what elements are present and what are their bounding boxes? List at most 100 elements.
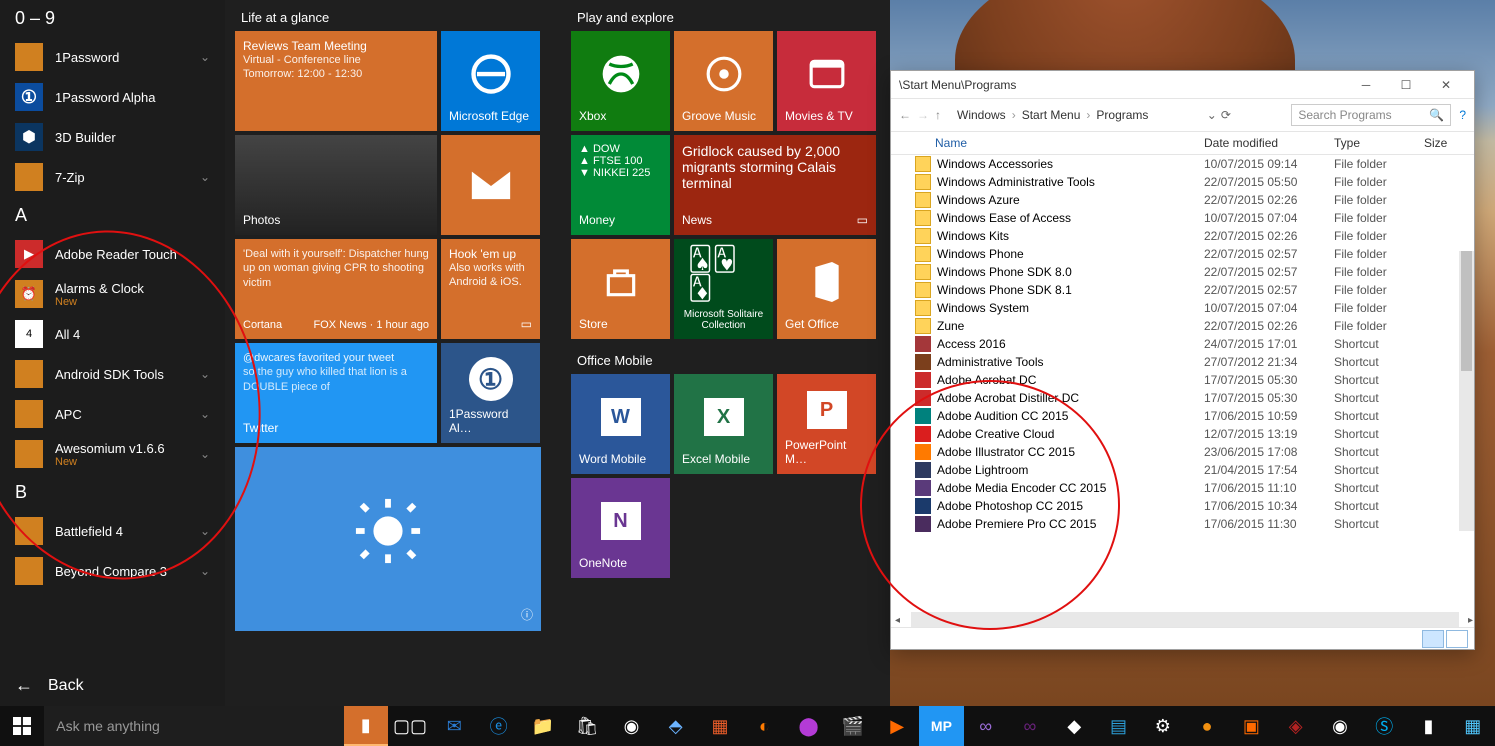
- file-row[interactable]: Windows Accessories10/07/2015 09:14File …: [891, 155, 1474, 173]
- file-row[interactable]: Zune22/07/2015 02:26File folder: [891, 317, 1474, 335]
- task-edge[interactable]: ⓔ: [476, 706, 520, 746]
- file-row[interactable]: Windows Azure22/07/2015 02:26File folder: [891, 191, 1474, 209]
- app-item[interactable]: ①1Password Alpha: [0, 77, 225, 117]
- task-vscode[interactable]: ⬘: [654, 706, 698, 746]
- breadcrumb-startmenu[interactable]: Start Menu: [1016, 106, 1087, 124]
- section-numeric[interactable]: 0 – 9: [0, 0, 225, 37]
- file-row[interactable]: Windows Kits22/07/2015 02:26File folder: [891, 227, 1474, 245]
- back-button[interactable]: ← Back: [0, 665, 225, 706]
- scrollbar-h[interactable]: ◂ ▸: [911, 612, 1459, 627]
- app-item[interactable]: 1Password⌄: [0, 37, 225, 77]
- app-item[interactable]: Awesomium v1.6.6New⌄: [0, 434, 225, 474]
- file-row[interactable]: Windows Administrative Tools22/07/2015 0…: [891, 173, 1474, 191]
- tile-office[interactable]: Get Office: [777, 239, 876, 339]
- breadcrumb-programs[interactable]: Programs: [1090, 106, 1154, 124]
- file-row[interactable]: Administrative Tools27/07/2012 21:34Shor…: [891, 353, 1474, 371]
- nav-back-icon[interactable]: ←: [899, 108, 911, 122]
- tile-store[interactable]: Store: [571, 239, 670, 339]
- group-life[interactable]: Life at a glance: [235, 0, 541, 31]
- col-size[interactable]: Size: [1424, 136, 1474, 150]
- app-item[interactable]: Android SDK Tools⌄: [0, 354, 225, 394]
- file-row[interactable]: Windows Phone SDK 8.022/07/2015 02:57Fil…: [891, 263, 1474, 281]
- file-row[interactable]: Adobe Media Encoder CC 201517/06/2015 11…: [891, 479, 1474, 497]
- explorer-window[interactable]: \Start Menu\Programs ─ ☐ ✕ ← → ↑ Windows…: [890, 70, 1475, 650]
- task-skype[interactable]: Ⓢ: [1362, 706, 1406, 746]
- app-item[interactable]: ⬢3D Builder: [0, 117, 225, 157]
- file-row[interactable]: Adobe Photoshop CC 201517/06/2015 10:34S…: [891, 497, 1474, 515]
- app-item[interactable]: 7-Zip⌄: [0, 157, 225, 197]
- task-app7[interactable]: ⚙: [1141, 706, 1185, 746]
- file-row[interactable]: Adobe Creative Cloud12/07/2015 13:19Shor…: [891, 425, 1474, 443]
- tile-groove[interactable]: Groove Music: [674, 31, 773, 131]
- task-app1[interactable]: ▦: [698, 706, 742, 746]
- task-app2[interactable]: ⬤: [786, 706, 830, 746]
- task-app9[interactable]: ▣: [1229, 706, 1273, 746]
- tile-money[interactable]: ▲ DOW ▲ FTSE 100 ▼ NIKKEI 225 Money: [571, 135, 670, 235]
- close-button[interactable]: ✕: [1426, 78, 1466, 92]
- cortana-search[interactable]: Ask me anything: [44, 706, 343, 746]
- tile-movies[interactable]: Movies & TV: [777, 31, 876, 131]
- file-row[interactable]: Windows System10/07/2015 07:04File folde…: [891, 299, 1474, 317]
- start-button[interactable]: [0, 706, 44, 746]
- file-row[interactable]: Adobe Lightroom21/04/2015 17:54Shortcut: [891, 461, 1474, 479]
- tile-1password[interactable]: ① 1Password Al…: [441, 343, 540, 443]
- view-icons-button[interactable]: [1446, 630, 1468, 648]
- app-item[interactable]: Battlefield 4⌄: [0, 511, 225, 551]
- task-firefox[interactable]: ◐: [742, 706, 786, 746]
- tile-excel[interactable]: X Excel Mobile: [674, 374, 773, 474]
- group-office[interactable]: Office Mobile: [571, 343, 876, 374]
- file-row[interactable]: Adobe Audition CC 201517/06/2015 10:59Sh…: [891, 407, 1474, 425]
- titlebar[interactable]: \Start Menu\Programs ─ ☐ ✕: [891, 71, 1474, 99]
- tile-edge[interactable]: Microsoft Edge: [441, 31, 540, 131]
- file-row[interactable]: Adobe Premiere Pro CC 201517/06/2015 11:…: [891, 515, 1474, 533]
- tile-contacts[interactable]: Hook 'em up Also works with Android & iO…: [441, 239, 540, 339]
- tile-onenote[interactable]: N OneNote: [571, 478, 670, 578]
- scroll-left-icon[interactable]: ◂: [895, 615, 900, 626]
- tile-calendar[interactable]: Reviews Team Meeting Virtual - Conferenc…: [235, 31, 437, 131]
- tile-word[interactable]: W Word Mobile: [571, 374, 670, 474]
- minimize-button[interactable]: ─: [1346, 78, 1386, 92]
- tile-weather[interactable]: ⓘ: [235, 447, 541, 631]
- tile-twitter[interactable]: @dwcares favorited your tweet so the guy…: [235, 343, 437, 443]
- file-row[interactable]: Windows Ease of Access10/07/2015 07:04Fi…: [891, 209, 1474, 227]
- file-row[interactable]: Adobe Acrobat Distiller DC17/07/2015 05:…: [891, 389, 1474, 407]
- file-row[interactable]: Adobe Illustrator CC 201523/06/2015 17:0…: [891, 443, 1474, 461]
- help-icon[interactable]: ?: [1459, 108, 1466, 122]
- file-row[interactable]: Windows Phone SDK 8.122/07/2015 02:57Fil…: [891, 281, 1474, 299]
- task-app6[interactable]: ▤: [1096, 706, 1140, 746]
- file-row[interactable]: Windows Phone22/07/2015 02:57File folder: [891, 245, 1474, 263]
- file-row[interactable]: Access 201624/07/2015 17:01Shortcut: [891, 335, 1474, 353]
- tile-solitaire[interactable]: XBOX LIVE 🂡🂱🃁 Microsoft Solitaire Collec…: [674, 239, 773, 339]
- nav-fwd-icon[interactable]: →: [917, 108, 929, 122]
- col-name[interactable]: Name: [891, 136, 1204, 150]
- task-app4[interactable]: ▶: [875, 706, 919, 746]
- task-app3[interactable]: 🎬: [831, 706, 875, 746]
- task-outlook[interactable]: ✉: [432, 706, 476, 746]
- dropdown-icon[interactable]: ⌄: [1207, 108, 1217, 122]
- col-type[interactable]: Type: [1334, 136, 1424, 150]
- task-app10[interactable]: ◈: [1274, 706, 1318, 746]
- tile-ppt[interactable]: P PowerPoint M…: [777, 374, 876, 474]
- task-app5[interactable]: ◆: [1052, 706, 1096, 746]
- app-item[interactable]: ▶Adobe Reader Touch: [0, 234, 225, 274]
- tile-mail[interactable]: [441, 135, 540, 235]
- app-item[interactable]: APC⌄: [0, 394, 225, 434]
- task-vs[interactable]: ∞: [964, 706, 1008, 746]
- app-item[interactable]: ⏰Alarms & ClockNew: [0, 274, 225, 314]
- search-input[interactable]: Search Programs 🔍: [1291, 104, 1451, 126]
- task-app11[interactable]: ▦: [1451, 706, 1495, 746]
- task-explorer[interactable]: 📁: [521, 706, 565, 746]
- col-date[interactable]: Date modified: [1204, 136, 1334, 150]
- tile-cortana[interactable]: 'Deal with it yourself': Dispatcher hung…: [235, 239, 437, 339]
- scrollbar-v[interactable]: [1459, 251, 1474, 531]
- task-vs2[interactable]: ∞: [1008, 706, 1052, 746]
- task-steam[interactable]: ◉: [1318, 706, 1362, 746]
- task-cmd[interactable]: ▮: [1406, 706, 1450, 746]
- task-active-app[interactable]: ▮: [344, 706, 388, 746]
- task-view-button[interactable]: ▢▢: [388, 706, 432, 746]
- app-item[interactable]: Beyond Compare 3⌄: [0, 551, 225, 591]
- breadcrumb-windows[interactable]: Windows: [951, 106, 1012, 124]
- task-app8[interactable]: ●: [1185, 706, 1229, 746]
- tile-photos[interactable]: Photos: [235, 135, 437, 235]
- file-row[interactable]: Adobe Acrobat DC17/07/2015 05:30Shortcut: [891, 371, 1474, 389]
